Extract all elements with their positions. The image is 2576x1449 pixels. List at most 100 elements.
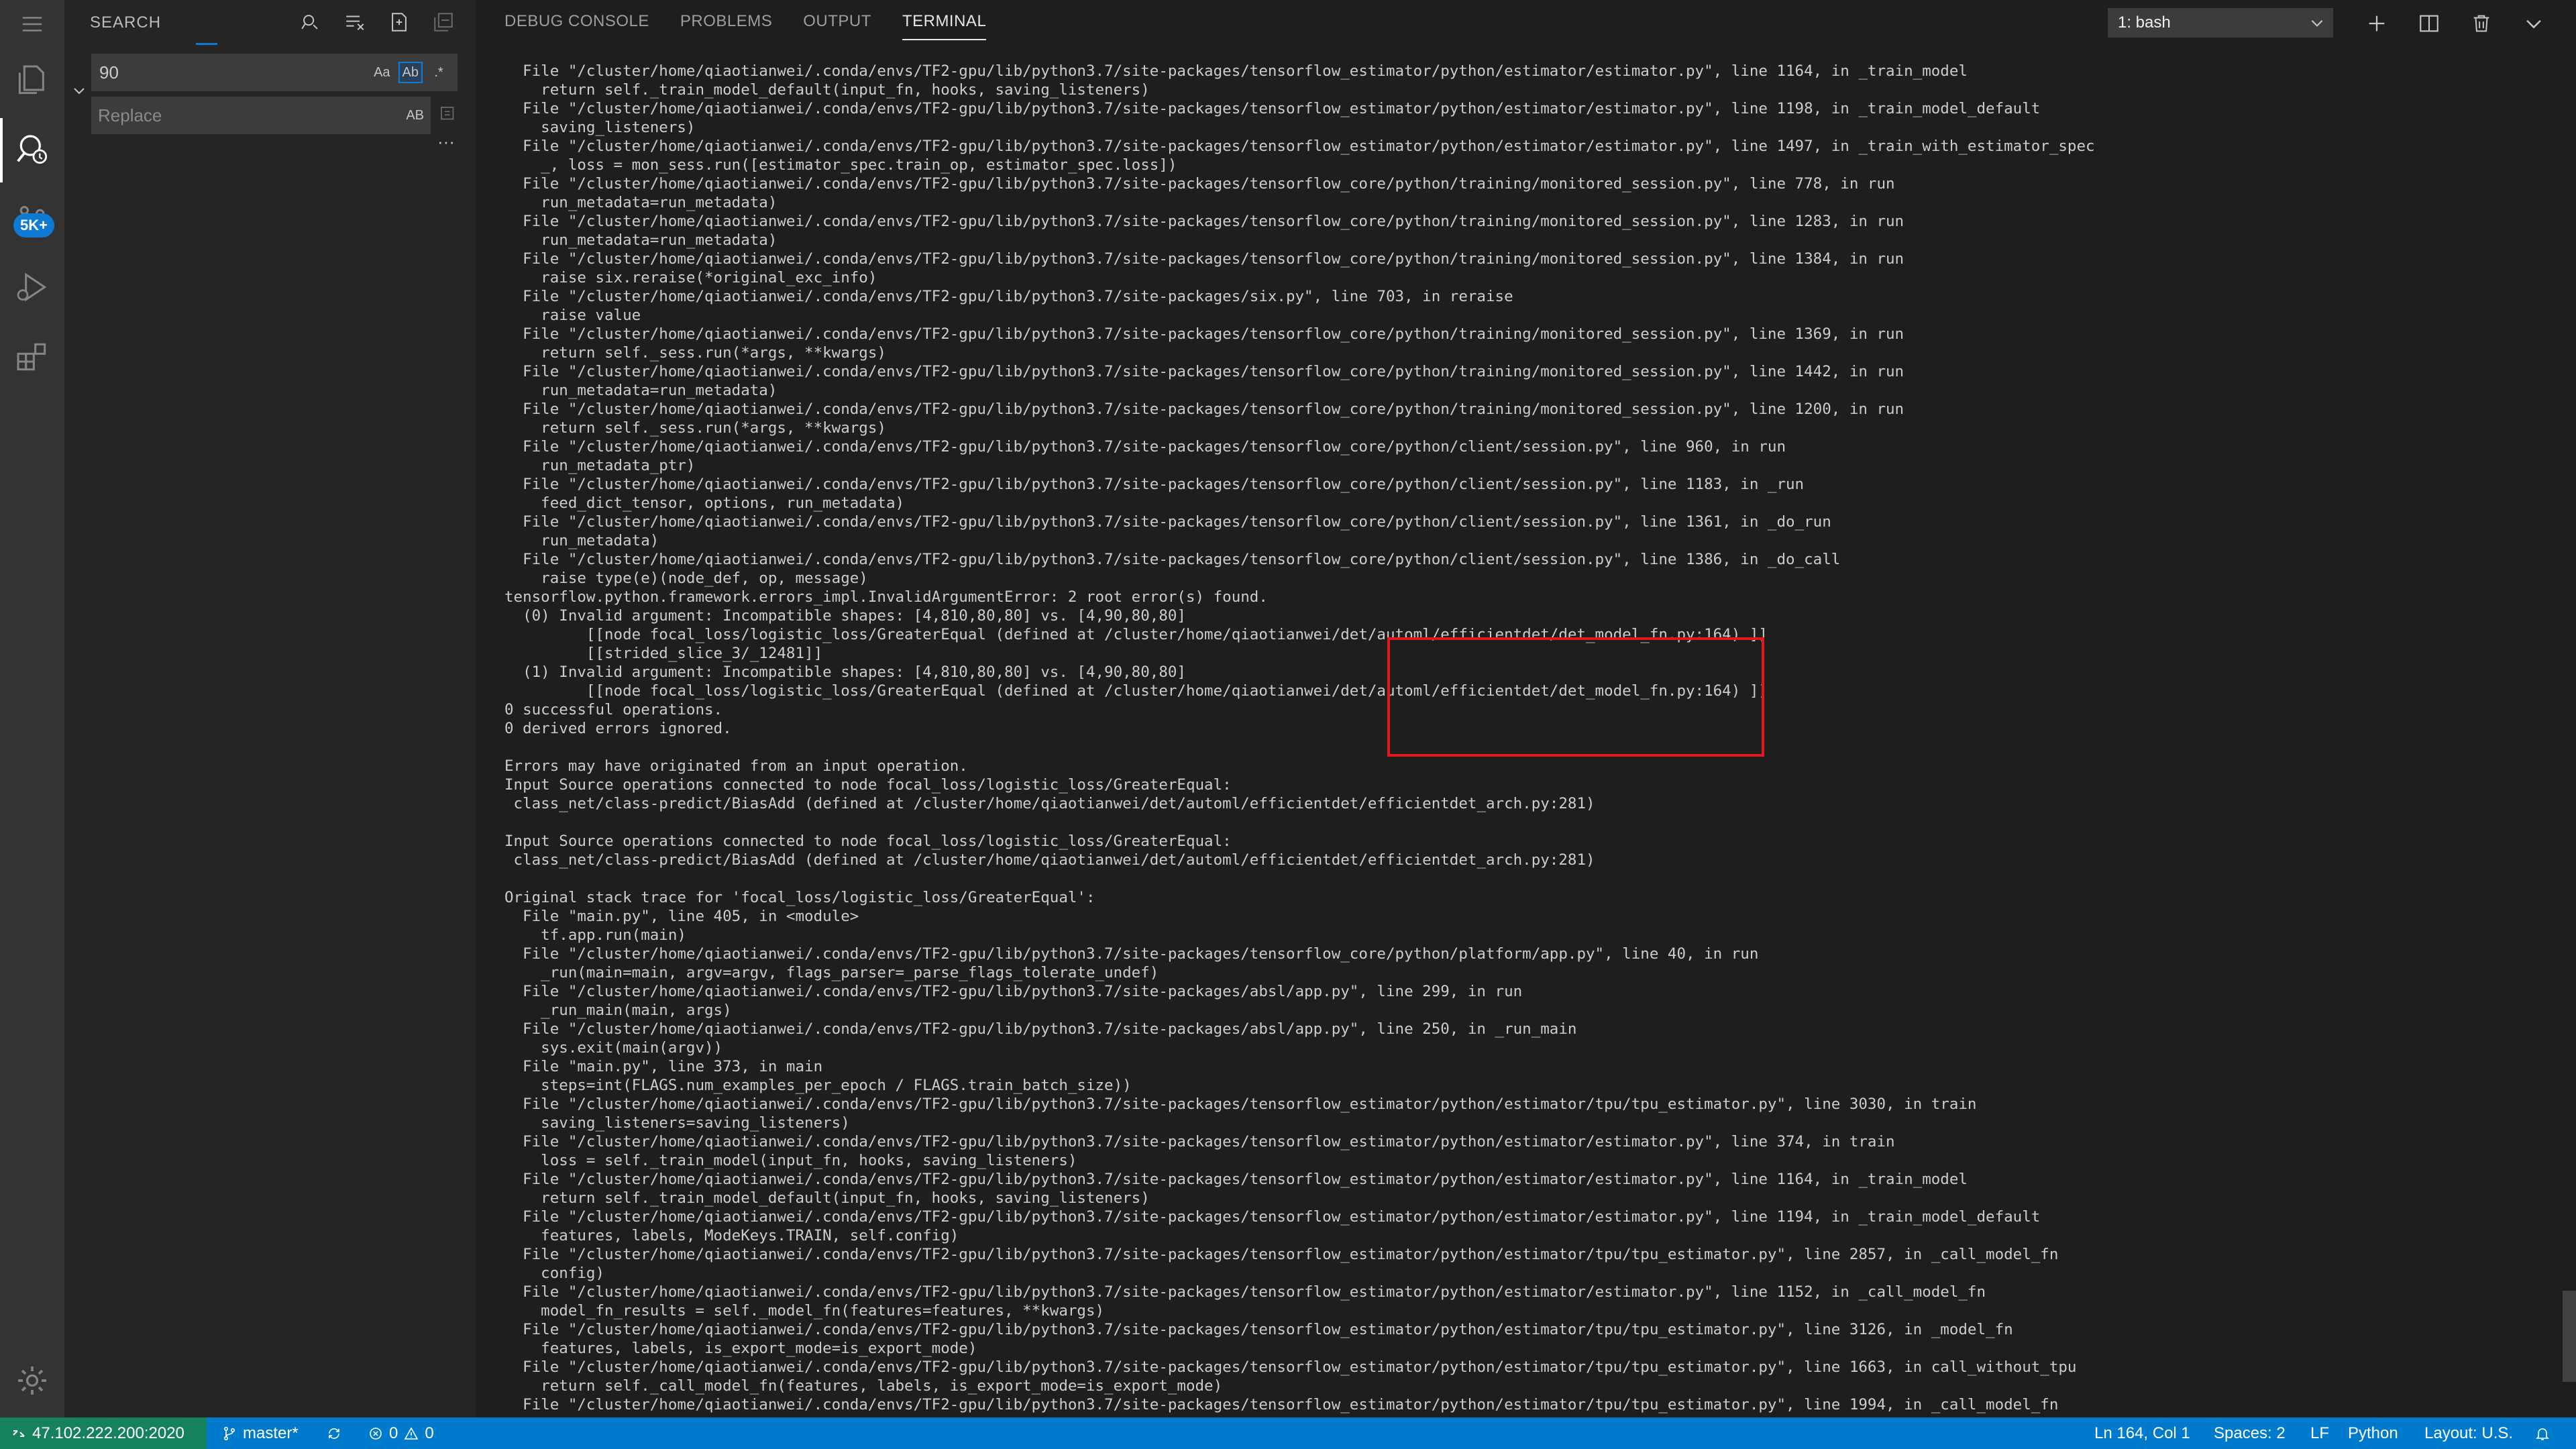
indentation[interactable]: Spaces: 2	[2214, 1417, 2286, 1449]
git-branch-icon	[224, 1426, 235, 1440]
preserve-case-toggle[interactable]: AB	[403, 105, 427, 126]
terminal-line: Original stack trace for 'focal_loss/log…	[504, 889, 1095, 906]
language-mode[interactable]: Python	[2348, 1417, 2398, 1449]
terminal-line: return self._call_model_fn(features, lab…	[541, 1377, 1223, 1395]
terminal-line: _run_main(main, args)	[541, 1002, 732, 1019]
terminal-line: File "main.py", line 373, in main	[523, 1058, 823, 1075]
match-case-toggle[interactable]: Aa	[371, 62, 392, 83]
terminal-line: File "/cluster/home/qiaotianwei/.conda/e…	[523, 138, 2095, 155]
terminal-line: config)	[541, 1265, 605, 1282]
search-input[interactable]: 90 Aa Ab .*	[91, 54, 458, 91]
extensions-icon[interactable]	[0, 325, 64, 389]
branch-indicator[interactable]: master*	[221, 1417, 299, 1449]
regex-toggle[interactable]: .*	[428, 62, 449, 83]
explorer-icon[interactable]	[0, 48, 64, 113]
refresh-icon[interactable]	[298, 9, 323, 35]
kill-terminal-icon[interactable]	[2465, 7, 2498, 40]
terminal-line: File "/cluster/home/qiaotianwei/.conda/e…	[523, 62, 1968, 80]
tab-output[interactable]: OUTPUT	[803, 12, 871, 40]
terminal-line: class_net/class-predict/BiasAdd (defined…	[513, 795, 1595, 812]
tab-terminal[interactable]: TERMINAL	[902, 12, 987, 40]
sidebar-title: SEARCH	[90, 13, 162, 32]
panel: DEBUG CONSOLE PROBLEMS OUTPUT TERMINAL 1…	[476, 0, 2576, 1417]
terminal-line: return self._train_model_default(input_f…	[541, 1189, 1150, 1207]
keyboard-layout[interactable]: Layout: U.S.	[2424, 1417, 2513, 1449]
new-terminal-icon[interactable]	[2360, 7, 2394, 40]
terminal-line: raise value	[541, 307, 641, 324]
terminal-line: File "/cluster/home/qiaotianwei/.conda/e…	[523, 983, 1523, 1000]
terminal-line: run_metadata_ptr)	[541, 457, 696, 474]
terminal-line: return self._sess.run(*args, **kwargs)	[541, 419, 886, 437]
terminal-line: File "/cluster/home/qiaotianwei/.conda/e…	[523, 1396, 2059, 1413]
split-terminal-icon[interactable]	[2412, 7, 2446, 40]
replace-input[interactable]: Replace AB	[91, 97, 431, 134]
sidebar-actions	[298, 9, 456, 35]
tab-debug-console[interactable]: DEBUG CONSOLE	[504, 12, 649, 40]
terminal-line: run_metadata)	[541, 532, 659, 549]
run-debug-icon[interactable]	[0, 255, 64, 319]
collapse-all-icon[interactable]	[431, 9, 456, 35]
terminal-line: File "/cluster/home/qiaotianwei/.conda/e…	[523, 175, 1895, 193]
whole-word-toggle[interactable]: Ab	[398, 62, 423, 83]
terminal-line: File "/cluster/home/qiaotianwei/.conda/e…	[523, 100, 2041, 117]
end-of-line[interactable]: LF	[2310, 1417, 2329, 1449]
terminal-line: File "/cluster/home/qiaotianwei/.conda/e…	[523, 945, 1759, 963]
terminal-line: raise six.reraise(*original_exc_info)	[541, 269, 877, 286]
sync-icon[interactable]	[326, 1417, 342, 1449]
terminal-output[interactable]: File "/cluster/home/qiaotianwei/.conda/e…	[504, 62, 2557, 1417]
terminal-line: return self._sess.run(*args, **kwargs)	[541, 344, 886, 362]
search-input-value[interactable]: 90	[99, 62, 371, 83]
status-bar: 47.102.222.200:2020 master* 0 0 Ln 164, …	[0, 1417, 2576, 1449]
problems-indicator[interactable]: 0 0	[368, 1417, 434, 1449]
search-icon[interactable]	[0, 118, 64, 182]
title-underline	[196, 43, 217, 45]
error-icon	[370, 1427, 382, 1440]
terminal-line: File "/cluster/home/qiaotianwei/.conda/e…	[523, 1171, 1968, 1188]
terminal-line: File "/cluster/home/qiaotianwei/.conda/e…	[523, 438, 1786, 455]
terminal-line: features, labels, is_export_mode=is_expo…	[541, 1340, 977, 1357]
terminal-line: File "/cluster/home/qiaotianwei/.conda/e…	[523, 1283, 1986, 1301]
terminal-line: raise type(e)(node_def, op, message)	[541, 570, 868, 587]
new-search-editor-icon[interactable]	[386, 9, 412, 35]
terminal-line: class_net/class-predict/BiasAdd (defined…	[513, 851, 1595, 869]
remote-indicator[interactable]: 47.102.222.200:2020	[0, 1417, 207, 1449]
chevron-down-icon	[2311, 19, 2323, 27]
tab-problems[interactable]: PROBLEMS	[680, 12, 772, 40]
terminal-line: File "/cluster/home/qiaotianwei/.conda/e…	[523, 288, 1513, 305]
activity-bar: 5K+	[0, 0, 64, 1417]
branch-name: master*	[243, 1424, 299, 1442]
terminal-line: run_metadata=run_metadata)	[541, 231, 777, 249]
more-options-icon[interactable]: ···	[437, 131, 455, 152]
terminal-line: loss = self._train_model(input_fn, hooks…	[541, 1152, 1077, 1169]
terminal-select[interactable]: 1: bash	[2108, 8, 2333, 38]
settings-gear-icon[interactable]	[0, 1348, 64, 1413]
maximize-panel-chevron-icon[interactable]	[2517, 7, 2551, 40]
terminal-line: Input Source operations connected to nod…	[504, 776, 1232, 794]
terminal-line: File "/cluster/home/qiaotianwei/.conda/e…	[523, 325, 1904, 343]
terminal-scrollbar[interactable]	[2563, 1291, 2576, 1382]
terminal-line: File "/cluster/home/qiaotianwei/.conda/e…	[523, 1208, 2041, 1226]
terminal-select-value: 1: bash	[2118, 13, 2171, 32]
notifications-bell-icon[interactable]	[2534, 1417, 2551, 1449]
toggle-replace-chevron-icon[interactable]	[71, 83, 87, 99]
warning-count: 0	[425, 1424, 434, 1442]
search-sidebar: SEARCH 90 Aa Ab .* Replace AB ···	[64, 0, 476, 1417]
remote-host: 47.102.222.200:2020	[32, 1424, 184, 1442]
replace-input-placeholder[interactable]: Replace	[98, 105, 403, 126]
terminal-line: 0 derived errors ignored.	[504, 720, 732, 737]
terminal-line: File "/cluster/home/qiaotianwei/.conda/e…	[523, 1246, 2059, 1263]
error-count: 0	[389, 1424, 398, 1442]
terminal-line: File "/cluster/home/qiaotianwei/.conda/e…	[523, 1020, 1577, 1038]
terminal-line: sys.exit(main(argv))	[541, 1039, 723, 1057]
clear-results-icon[interactable]	[342, 9, 368, 35]
terminal-line: Errors may have originated from an input…	[504, 757, 968, 775]
terminal-line: saving_listeners)	[541, 119, 696, 136]
warning-icon	[404, 1426, 419, 1440]
close-panel-icon[interactable]	[2569, 7, 2576, 40]
remote-icon	[13, 1430, 25, 1437]
replace-all-icon[interactable]	[435, 101, 462, 127]
menu-icon[interactable]	[0, 0, 64, 48]
terminal-line: tf.app.run(main)	[541, 926, 686, 944]
cursor-position[interactable]: Ln 164, Col 1	[2094, 1417, 2190, 1449]
terminal-line: File "/cluster/home/qiaotianwei/.conda/e…	[523, 551, 1841, 568]
